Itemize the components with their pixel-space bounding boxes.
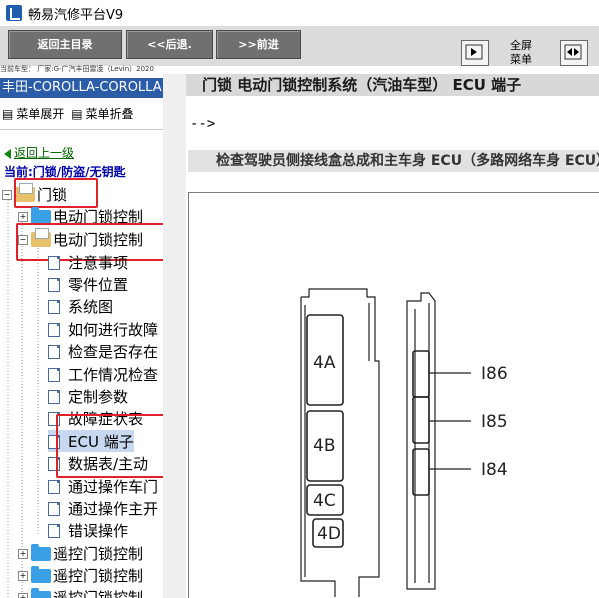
collapse-icon[interactable]: − [2,189,12,200]
sidebar: 丰田-COROLLA-COROLLA ▤ 菜单展开 ▤ 菜单折叠 返回上一级 当前:… [0,74,164,598]
toolbar: 返回主目录 <<后退. >>前进 全屏 菜单 [0,26,599,66]
section-header: 检查驾驶员侧接线盒总成和主车身 ECU（多路网络车身 ECU） [188,150,599,172]
pin-i86-label: I86 [481,364,508,384]
fullscreen-label-line1: 全屏 [510,39,532,52]
tree-item-label: 遥控门锁控制 [53,544,144,563]
tree-leaf-label: 通过操作主开 [68,499,159,518]
pin-i85-label: I85 [481,412,508,432]
back-button[interactable]: <<后退. [126,30,213,59]
document-icon [48,389,60,404]
tree-item-remote-lock[interactable]: + 遥控门锁控制 [18,564,143,586]
pin-i84-label: I84 [481,460,508,480]
page-title: 门锁 电动门锁控制系统（汽油车型） ECU 端子 [202,76,522,94]
tree-leaf-item[interactable]: 错误操作 [48,520,128,542]
folder-icon [31,587,51,598]
tree-leaf-item[interactable]: 检查是否存在 [48,341,158,363]
app-logo-icon [6,5,22,21]
tree-item-label: 遥控门锁控制 [53,566,144,585]
tree-item-label: 遥控门锁控制 [53,588,144,598]
tree-leaf-label: 错误操作 [68,522,129,541]
expand-icon[interactable]: + [18,592,28,598]
highlight-ecu-terminal [56,414,163,478]
tree-leaf-item[interactable]: 通过操作主开 [48,497,158,519]
ecu-outline [406,292,436,590]
fullscreen-label-line2: 菜单 [510,53,532,66]
tree-leaf-label: 注意事项 [68,253,129,272]
section-title: 检查驾驶员侧接线盒总成和主车身 ECU（多路网络车身 ECU） [216,153,599,169]
tree-leaf-label: 零件位置 [68,275,129,294]
document-icon [48,300,60,315]
connector-4a-label: 4A [313,353,336,373]
highlight-root [14,178,98,208]
main-content: 门锁 电动门锁控制系统（汽油车型） ECU 端子 --> 检查驾驶员侧接线盒总成… [186,74,599,598]
tree-leaf-item[interactable]: 通过操作车门 [48,475,158,497]
fullscreen-menu-label[interactable]: 全屏 菜单 [508,39,534,67]
arrow-text: --> [190,116,216,132]
tree-leaf-item[interactable]: 系统图 [48,296,113,318]
expand-icon[interactable]: + [18,211,28,222]
document-icon [48,255,60,270]
tree-leaf-label: 定制参数 [68,387,129,406]
document-icon [48,479,60,494]
document-icon [48,501,60,516]
current-vehicle-label: 当前车型： 厂家:G-广汽丰田雷凌（Levin）2020 [0,65,154,73]
expand-icon[interactable]: + [18,548,28,559]
expand-icon[interactable]: + [18,570,28,581]
tree-leaf-label: 通过操作车门 [68,477,159,496]
fullscreen-button[interactable] [560,40,588,66]
tree-leaf-label: 如何进行故障 [68,320,159,339]
expand-right-icon [465,44,483,60]
expand-panel-button[interactable] [461,40,489,66]
document-icon [48,524,60,539]
connector-4c-label: 4C [313,491,336,511]
diagram-frame: 4A 4B 4C 4D I86 I85 I84 [188,192,599,598]
document-icon [48,277,60,292]
connector-diagram: 4A 4B 4C 4D I86 I85 I84 [300,288,508,597]
tree-leaf-item[interactable]: 零件位置 [48,273,128,295]
document-icon [48,345,60,360]
connector-4b-label: 4B [313,436,335,456]
document-icon [48,367,60,382]
connector-4d-label: 4D [317,524,341,544]
forward-button[interactable]: >>前进 [216,30,301,59]
fullscreen-icon [564,44,582,60]
tree-item-remote-lock[interactable]: + 遥控门锁控制 [18,542,143,564]
splitter[interactable] [163,74,187,598]
title-bar: 畅易汽修平台V9 [0,0,599,27]
tree-leaf-label: 检查是否存在 [68,343,159,362]
tree-leaf-item[interactable]: 如何进行故障 [48,318,158,340]
window-title: 畅易汽修平台V9 [28,8,124,23]
tree-leaf-label: 系统图 [68,298,114,317]
document-icon [48,322,60,337]
tree-leaf-item[interactable]: 注意事项 [48,251,128,273]
tree-leaf-item[interactable]: 定制参数 [48,385,128,407]
back-to-main-button[interactable]: 返回主目录 [8,30,122,59]
folder-icon [31,565,51,583]
folder-icon [31,543,51,561]
folder-icon [31,206,51,224]
tree-leaf-item[interactable]: 工作情况检查 [48,363,158,385]
tree-leaf-label: 工作情况检查 [68,365,159,384]
tree-item-remote-lock[interactable]: + 遥控门锁控制 [18,586,143,598]
main-title-bar: 门锁 电动门锁控制系统（汽油车型） ECU 端子 [186,74,599,96]
